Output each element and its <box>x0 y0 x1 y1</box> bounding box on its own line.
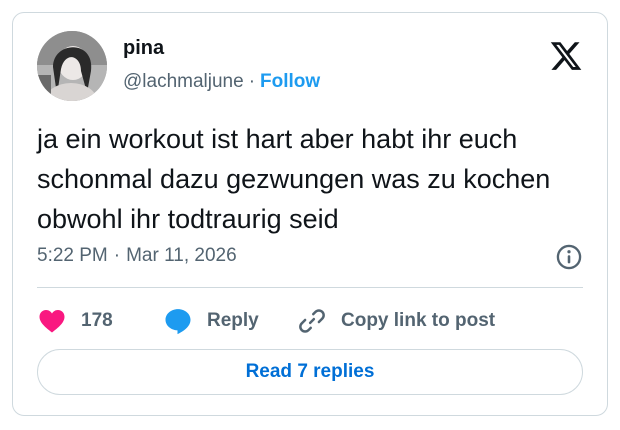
reply-label: Reply <box>207 310 259 331</box>
reply-bubble-icon <box>165 309 191 335</box>
x-logo-icon[interactable] <box>549 39 583 73</box>
link-icon <box>299 309 325 333</box>
avatar[interactable] <box>37 31 107 101</box>
author-name[interactable]: pina <box>123 37 164 60</box>
author-handle-row: @lachmaljune · Follow <box>123 71 320 93</box>
tweet-time: 5:22 PM <box>37 245 108 266</box>
timestamp-separator: · <box>113 245 121 266</box>
copy-link-button[interactable]: Copy link to post <box>297 303 495 339</box>
avatar-photo <box>37 31 107 101</box>
tweet-timestamp[interactable]: 5:22 PM · Mar 11, 2026 <box>37 245 237 267</box>
info-icon[interactable] <box>555 243 583 271</box>
copy-link-label: Copy link to post <box>341 310 496 331</box>
like-count: 178 <box>81 310 113 331</box>
tweet-card: pina @lachmaljune · Follow ja ein workout … <box>12 12 608 416</box>
heart-icon <box>39 310 65 333</box>
tweet-text: ja ein workout ist hart aber habt ihr eu… <box>37 124 551 234</box>
read-replies-label: Read 7 replies <box>245 361 375 382</box>
tweet-date: Mar 11, 2026 <box>126 245 237 266</box>
reply-button[interactable]: Reply <box>163 303 259 339</box>
follow-button[interactable]: Follow <box>260 71 320 92</box>
divider <box>37 287 583 288</box>
handle-separator: · <box>248 71 256 92</box>
author-handle[interactable]: @lachmaljune <box>123 71 244 92</box>
read-replies-button[interactable]: Read 7 replies <box>37 349 583 395</box>
like-button[interactable]: 178 <box>37 303 113 339</box>
